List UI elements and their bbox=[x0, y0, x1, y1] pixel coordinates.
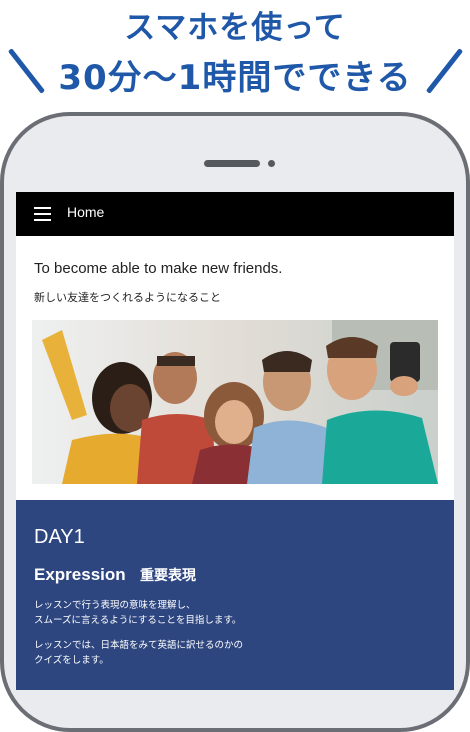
group-selfie-photo bbox=[32, 320, 438, 484]
phone-screen: Home To become able to make new friends.… bbox=[16, 192, 454, 690]
headline-banner: スマホを使って 30分〜1時間でできる bbox=[0, 0, 470, 110]
headline-line1: スマホを使って bbox=[124, 10, 346, 46]
description-2-line1: レッスンでは、日本語をみて英語に訳せるのかの bbox=[34, 640, 244, 651]
app-topbar: Home bbox=[16, 192, 454, 236]
phone-speaker bbox=[204, 160, 260, 167]
day-panel: DAY1 Expression 重要表現 レッスンで行う表現の意味を理解し、 ス… bbox=[16, 500, 454, 690]
description-2: レッスンでは、日本語をみて英語に訳せるのかの クイズをします。 bbox=[34, 638, 243, 668]
day-label: DAY1 bbox=[34, 526, 85, 548]
hamburger-menu-icon[interactable] bbox=[34, 207, 51, 221]
expression-ja-label: 重要表現 bbox=[140, 568, 196, 584]
description-1-line1: レッスンで行う表現の意味を理解し、 bbox=[34, 600, 196, 611]
phone-camera bbox=[268, 160, 275, 167]
lesson-title-en: To become able to make new friends. bbox=[34, 260, 283, 277]
lesson-title-ja: 新しい友達をつくれるようになること bbox=[34, 291, 221, 304]
description-1: レッスンで行う表現の意味を理解し、 スムーズに言えるようにすることを目指します。 bbox=[34, 598, 241, 628]
description-2-line2: クイズをします。 bbox=[34, 655, 109, 666]
nav-title[interactable]: Home bbox=[67, 204, 104, 220]
description-1-line2: スムーズに言えるようにすることを目指します。 bbox=[34, 615, 242, 626]
expression-label: Expression bbox=[34, 565, 126, 584]
headline-line2: 30分〜1時間でできる bbox=[58, 58, 412, 98]
